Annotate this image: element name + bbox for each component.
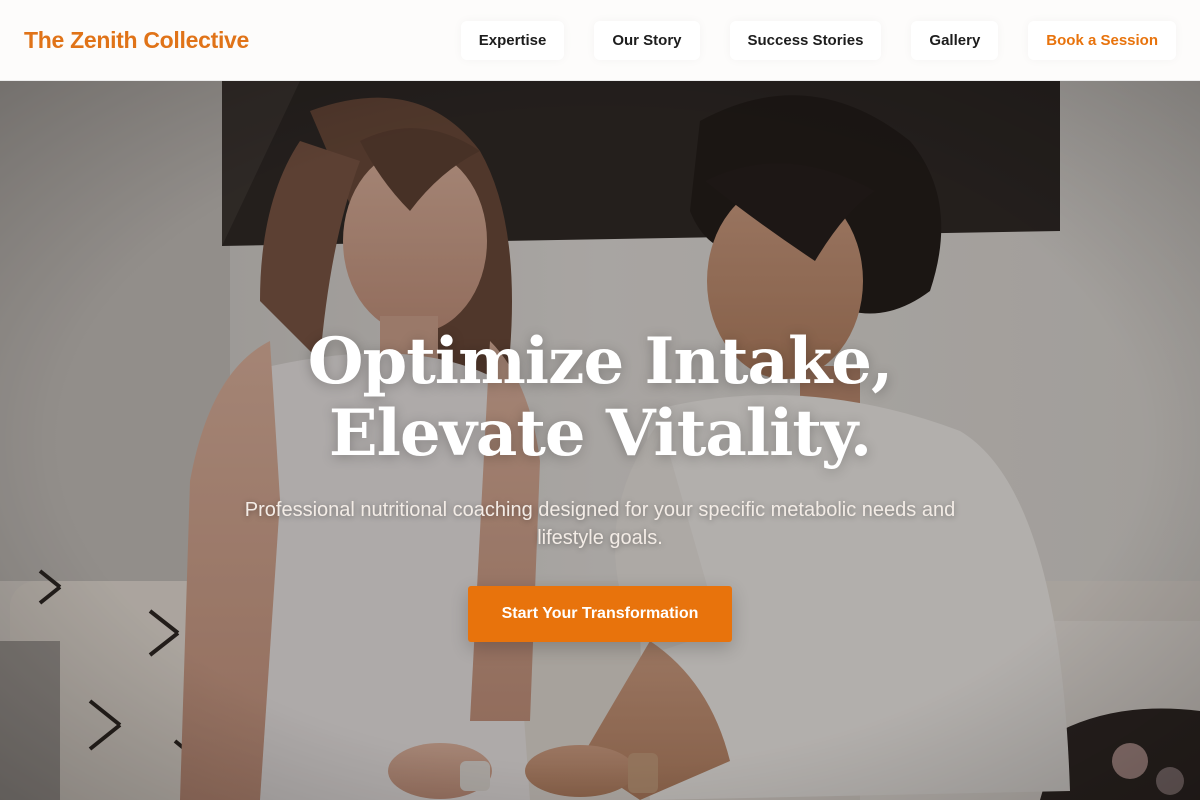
site-header: The Zenith Collective Expertise Our Stor… <box>0 0 1200 81</box>
brand-logo[interactable]: The Zenith Collective <box>24 27 249 54</box>
nav-link-our-story[interactable]: Our Story <box>594 20 700 60</box>
book-session-link[interactable]: Book a Session <box>1028 20 1176 60</box>
hero-title-line-2: Elevate Vitality. <box>328 396 872 471</box>
hero-content: Optimize Intake, Elevate Vitality. Profe… <box>0 326 1200 642</box>
hero-title-line-1: Optimize Intake, <box>307 324 894 399</box>
nav-link-expertise[interactable]: Expertise <box>460 20 565 60</box>
nav-link-success-stories[interactable]: Success Stories <box>729 20 882 60</box>
start-transformation-button[interactable]: Start Your Transformation <box>468 586 732 642</box>
hero-title: Optimize Intake, Elevate Vitality. <box>220 326 980 470</box>
main-nav: Expertise Our Story Success Stories Gall… <box>460 20 1176 60</box>
hero-section: Optimize Intake, Elevate Vitality. Profe… <box>0 81 1200 800</box>
hero-subtitle: Professional nutritional coaching design… <box>244 499 956 549</box>
nav-link-gallery[interactable]: Gallery <box>911 20 999 60</box>
